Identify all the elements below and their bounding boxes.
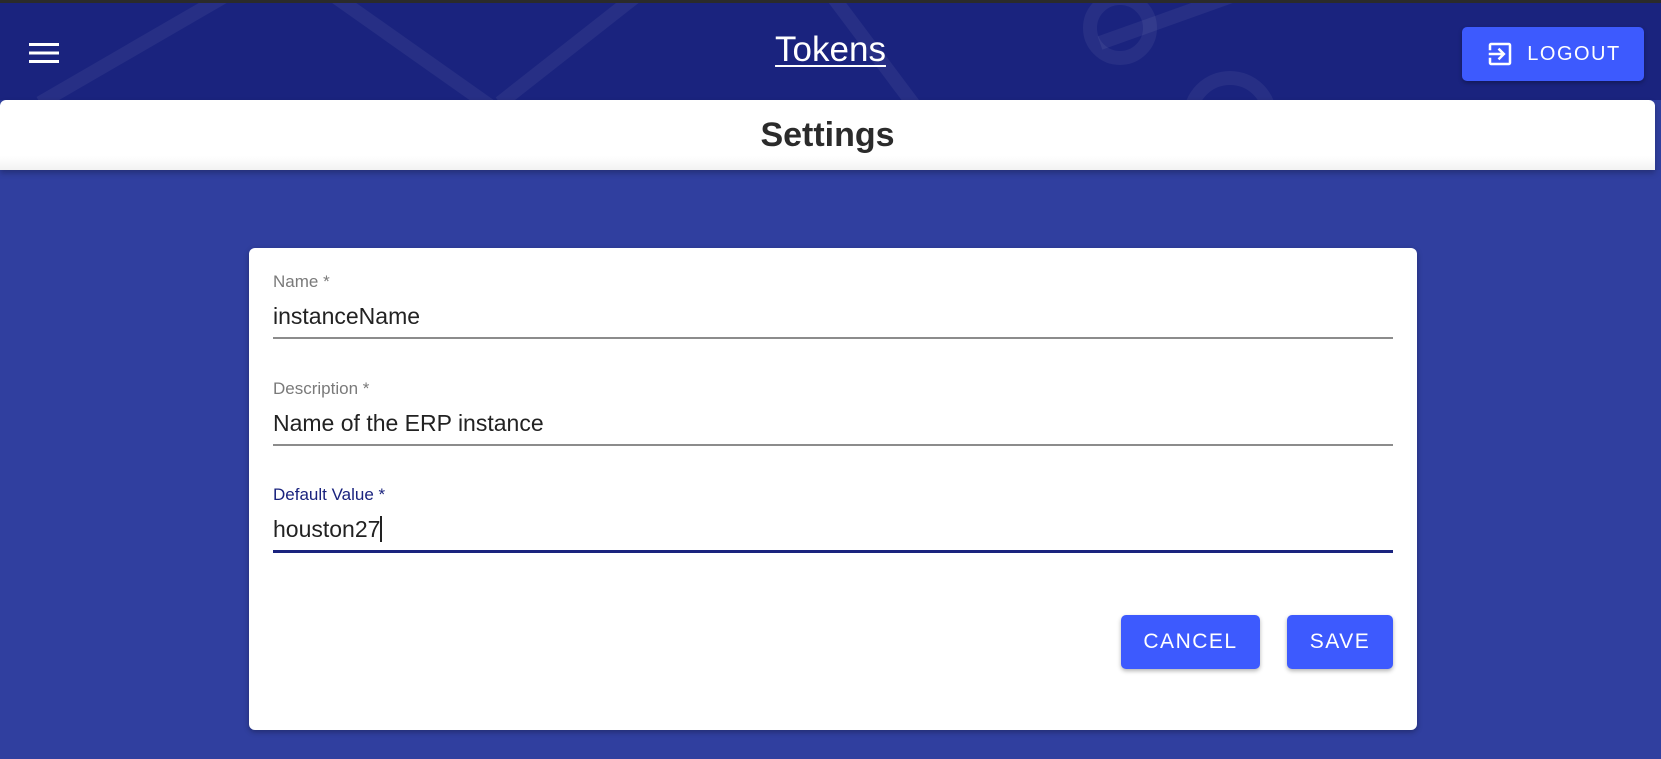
default-value-field-underline bbox=[273, 550, 1393, 553]
page-header: Settings bbox=[0, 100, 1655, 170]
name-field-label: Name * bbox=[273, 272, 330, 291]
page-title: Settings bbox=[760, 115, 895, 154]
description-field-label: Description * bbox=[273, 379, 370, 398]
menu-button[interactable] bbox=[22, 36, 66, 70]
name-field[interactable]: Name * instanceName bbox=[273, 272, 1393, 339]
logout-button[interactable]: LOGOUT bbox=[1462, 27, 1644, 81]
text-caret bbox=[380, 516, 383, 542]
logout-icon bbox=[1489, 42, 1512, 66]
logout-label: LOGOUT bbox=[1527, 42, 1621, 65]
description-field-underline bbox=[273, 444, 1393, 446]
app-bar: Tokens LOGOUT bbox=[0, 0, 1661, 100]
hamburger-menu-icon bbox=[29, 43, 59, 63]
description-field[interactable]: Description * Name of the ERP instance bbox=[273, 379, 1393, 446]
app-title-link[interactable]: Tokens bbox=[775, 30, 886, 69]
name-field-underline bbox=[273, 337, 1393, 339]
cancel-button[interactable]: CANCEL bbox=[1121, 615, 1260, 669]
settings-form-card: Name * instanceName Description * Name o… bbox=[249, 248, 1417, 730]
default-value-field-label: Default Value * bbox=[273, 485, 386, 504]
default-value-field[interactable]: Default Value * houston27 bbox=[273, 485, 1393, 553]
save-button[interactable]: SAVE bbox=[1287, 615, 1393, 669]
description-input[interactable]: Name of the ERP instance bbox=[273, 410, 1393, 440]
default-value-input[interactable]: houston27 bbox=[273, 516, 1393, 546]
name-input[interactable]: instanceName bbox=[273, 303, 1393, 333]
default-value-text: houston27 bbox=[273, 516, 381, 542]
